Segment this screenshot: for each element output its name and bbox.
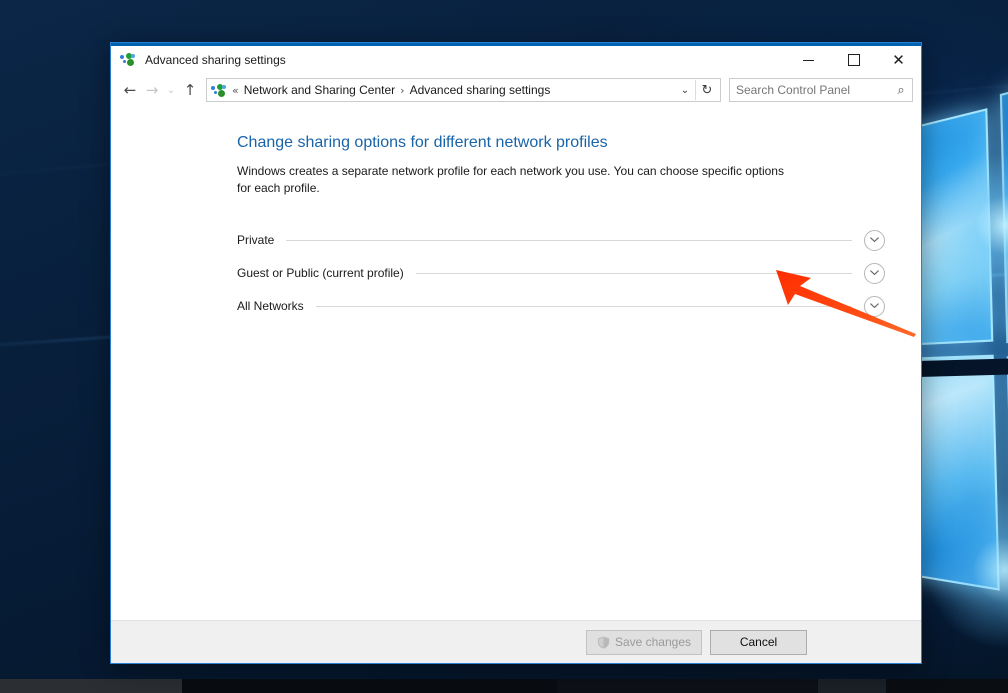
page-description: Windows creates a separate network profi… — [237, 164, 784, 196]
back-button[interactable]: ← — [119, 79, 141, 101]
profile-label: All Networks — [237, 299, 304, 314]
profile-row-private[interactable]: Private — [237, 224, 885, 257]
dialog-footer: Save changes Cancel — [111, 620, 921, 663]
uac-shield-icon — [597, 636, 610, 649]
window-titlebar[interactable]: Advanced sharing settings ✕ — [111, 46, 921, 74]
desktop: Advanced sharing settings ✕ ← → ⌄ ↑ « Ne… — [0, 0, 1008, 693]
refresh-icon[interactable]: ↻ — [695, 80, 718, 100]
profile-row-guest-or-public[interactable]: Guest or Public (current profile) — [237, 257, 885, 290]
network-sharing-icon — [120, 52, 138, 68]
profile-divider — [286, 239, 852, 241]
cancel-label: Cancel — [739, 635, 778, 649]
maximize-button[interactable] — [831, 46, 876, 74]
breadcrumb-leading-separator: « — [232, 83, 239, 97]
chevron-down-icon[interactable] — [864, 229, 885, 251]
taskbar[interactable] — [0, 679, 1008, 693]
taskbar-segment — [818, 679, 886, 693]
maximize-icon — [847, 54, 860, 66]
breadcrumb-separator: › — [400, 83, 405, 97]
forward-button[interactable]: → — [141, 79, 163, 101]
recent-locations-button[interactable]: ⌄ — [163, 79, 179, 101]
cancel-button[interactable]: Cancel — [710, 629, 807, 655]
breadcrumb-item-network-and-sharing-center[interactable]: Network and Sharing Center — [244, 83, 395, 97]
chevron-down-icon[interactable] — [864, 295, 885, 317]
address-bar: ← → ⌄ ↑ « Network and Sharing Center › A… — [111, 74, 921, 106]
up-button[interactable]: ↑ — [179, 79, 201, 101]
logo-pane-top-right — [999, 63, 1008, 344]
search-icon[interactable]: ⌕ — [890, 80, 912, 100]
profile-divider — [415, 272, 852, 274]
search-box[interactable]: ⌕ — [729, 78, 913, 102]
window-title: Advanced sharing settings — [145, 53, 286, 67]
profile-label: Guest or Public (current profile) — [237, 266, 404, 281]
taskbar-segment — [0, 679, 182, 693]
chevron-down-icon[interactable] — [864, 262, 885, 284]
save-changes-button[interactable]: Save changes — [585, 629, 702, 655]
minimize-icon — [803, 59, 814, 61]
network-sharing-icon — [211, 83, 227, 97]
close-button[interactable]: ✕ — [876, 46, 921, 74]
breadcrumb[interactable]: « Network and Sharing Center › Advanced … — [206, 78, 721, 102]
breadcrumb-item-advanced-sharing-settings[interactable]: Advanced sharing settings — [410, 83, 551, 97]
page-title: Change sharing options for different net… — [237, 134, 608, 151]
close-icon: ✕ — [892, 50, 905, 69]
profile-label: Private — [237, 233, 275, 248]
content-area: Change sharing options for different net… — [111, 106, 921, 620]
advanced-sharing-settings-window: Advanced sharing settings ✕ ← → ⌄ ↑ « Ne… — [110, 42, 922, 664]
save-changes-label: Save changes — [614, 635, 691, 649]
chevron-down-icon[interactable]: ⌄ — [675, 80, 695, 100]
taskbar-segment — [886, 679, 1008, 693]
profile-divider — [315, 305, 852, 307]
minimize-button[interactable] — [786, 46, 831, 74]
taskbar-segment — [557, 679, 818, 693]
profile-row-all-networks[interactable]: All Networks — [237, 290, 885, 323]
search-input[interactable] — [730, 83, 890, 97]
taskbar-segment — [182, 679, 557, 693]
